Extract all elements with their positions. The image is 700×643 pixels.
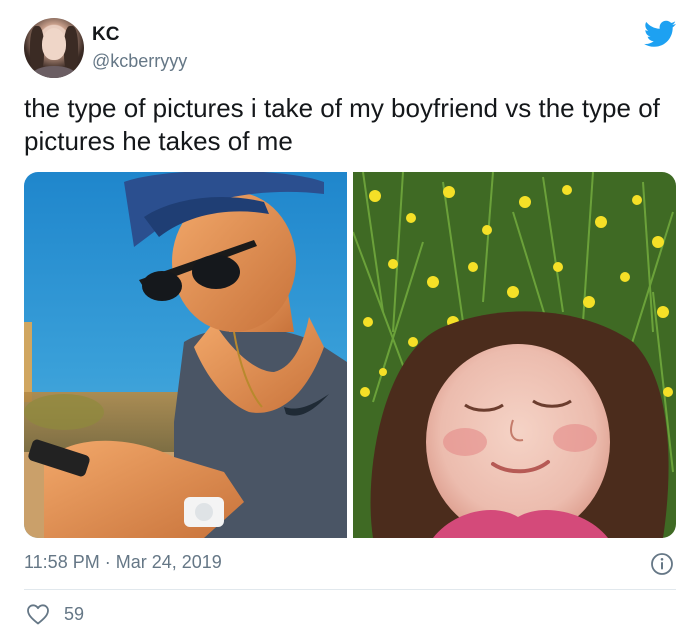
like-count: 59 — [64, 604, 85, 624]
media-grid — [24, 172, 676, 538]
info-icon[interactable] — [650, 552, 674, 576]
avatar-shoulders — [32, 66, 76, 78]
tweet-text: the type of pictures i take of my boyfri… — [24, 93, 660, 156]
avatar-face — [42, 28, 66, 60]
tweet-timestamp[interactable]: 11:58 PM · Mar 24, 2019 — [24, 552, 222, 573]
photo-girl-image — [353, 172, 676, 538]
divider — [24, 589, 676, 590]
author-handle[interactable]: @kcberryyy — [92, 51, 187, 72]
author-display-name[interactable]: KC — [92, 24, 119, 46]
tweet-card: KC @kcberryyy the type of pictures i tak… — [0, 0, 700, 643]
photo-boy[interactable] — [24, 172, 347, 538]
avatar[interactable] — [24, 18, 84, 78]
photo-boy-image — [24, 172, 347, 538]
heart-icon[interactable] — [26, 603, 50, 625]
twitter-bird-icon[interactable] — [644, 20, 676, 48]
photo-girl[interactable] — [353, 172, 676, 538]
